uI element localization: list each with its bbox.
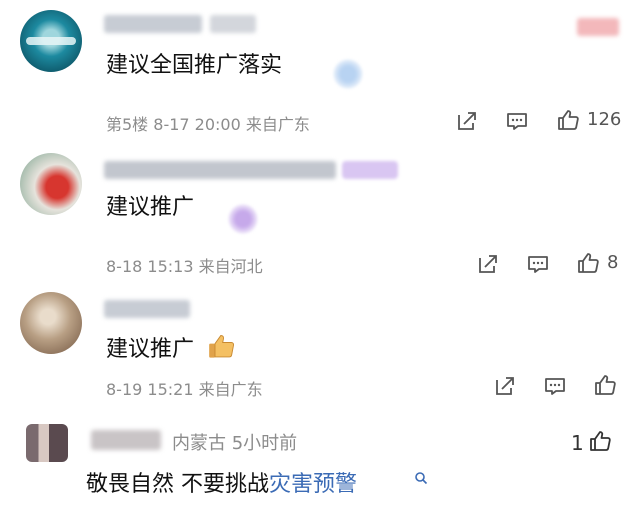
username-blurred[interactable] <box>104 300 190 318</box>
username-blurred[interactable] <box>91 430 161 450</box>
comment-text: 建议全国推广落实 <box>106 53 283 78</box>
share-icon[interactable] <box>455 109 479 133</box>
like-icon[interactable] <box>576 251 600 275</box>
comment-meta: 内蒙古 5小时前 <box>172 433 298 454</box>
comment-icon[interactable] <box>526 252 550 276</box>
username-blurred[interactable] <box>104 161 336 179</box>
share-icon[interactable] <box>476 252 500 276</box>
avatar[interactable] <box>20 292 82 354</box>
search-icon[interactable] <box>414 471 428 485</box>
like-icon[interactable] <box>593 373 617 397</box>
comment-meta: 第5楼 8-17 20:00 来自广东 <box>106 115 310 134</box>
like-count: 8 <box>607 252 619 273</box>
comment-text: 敬畏自然 不要挑战灾害预警 <box>86 466 357 498</box>
share-icon[interactable] <box>493 374 517 398</box>
comment-meta: 8-19 15:21 来自广东 <box>106 380 263 399</box>
comment-text-plain: 敬畏自然 不要挑战 <box>86 472 269 497</box>
avatar[interactable] <box>20 153 82 215</box>
avatar[interactable] <box>20 10 82 72</box>
username-blurred-suffix <box>210 15 256 33</box>
status-badge <box>577 18 619 36</box>
comment-meta: 8-18 15:13 来自河北 <box>106 257 263 276</box>
comment-icon[interactable] <box>543 374 567 398</box>
comment-text: 建议推广 <box>106 195 195 220</box>
status-badge <box>342 161 398 179</box>
comment-icon[interactable] <box>505 109 529 133</box>
emoji-icon <box>228 204 258 234</box>
emoji-icon <box>333 59 363 89</box>
username-blurred[interactable] <box>104 15 202 33</box>
thumbs-up-emoji-icon <box>209 335 235 358</box>
topic-link[interactable]: 灾害预警 <box>269 472 357 497</box>
like-count: 1 <box>571 431 584 455</box>
like-icon[interactable] <box>588 429 612 453</box>
avatar[interactable] <box>26 424 68 462</box>
like-count: 126 <box>587 109 622 130</box>
like-icon[interactable] <box>556 108 580 132</box>
comment-text: 建议推广 <box>106 337 195 362</box>
